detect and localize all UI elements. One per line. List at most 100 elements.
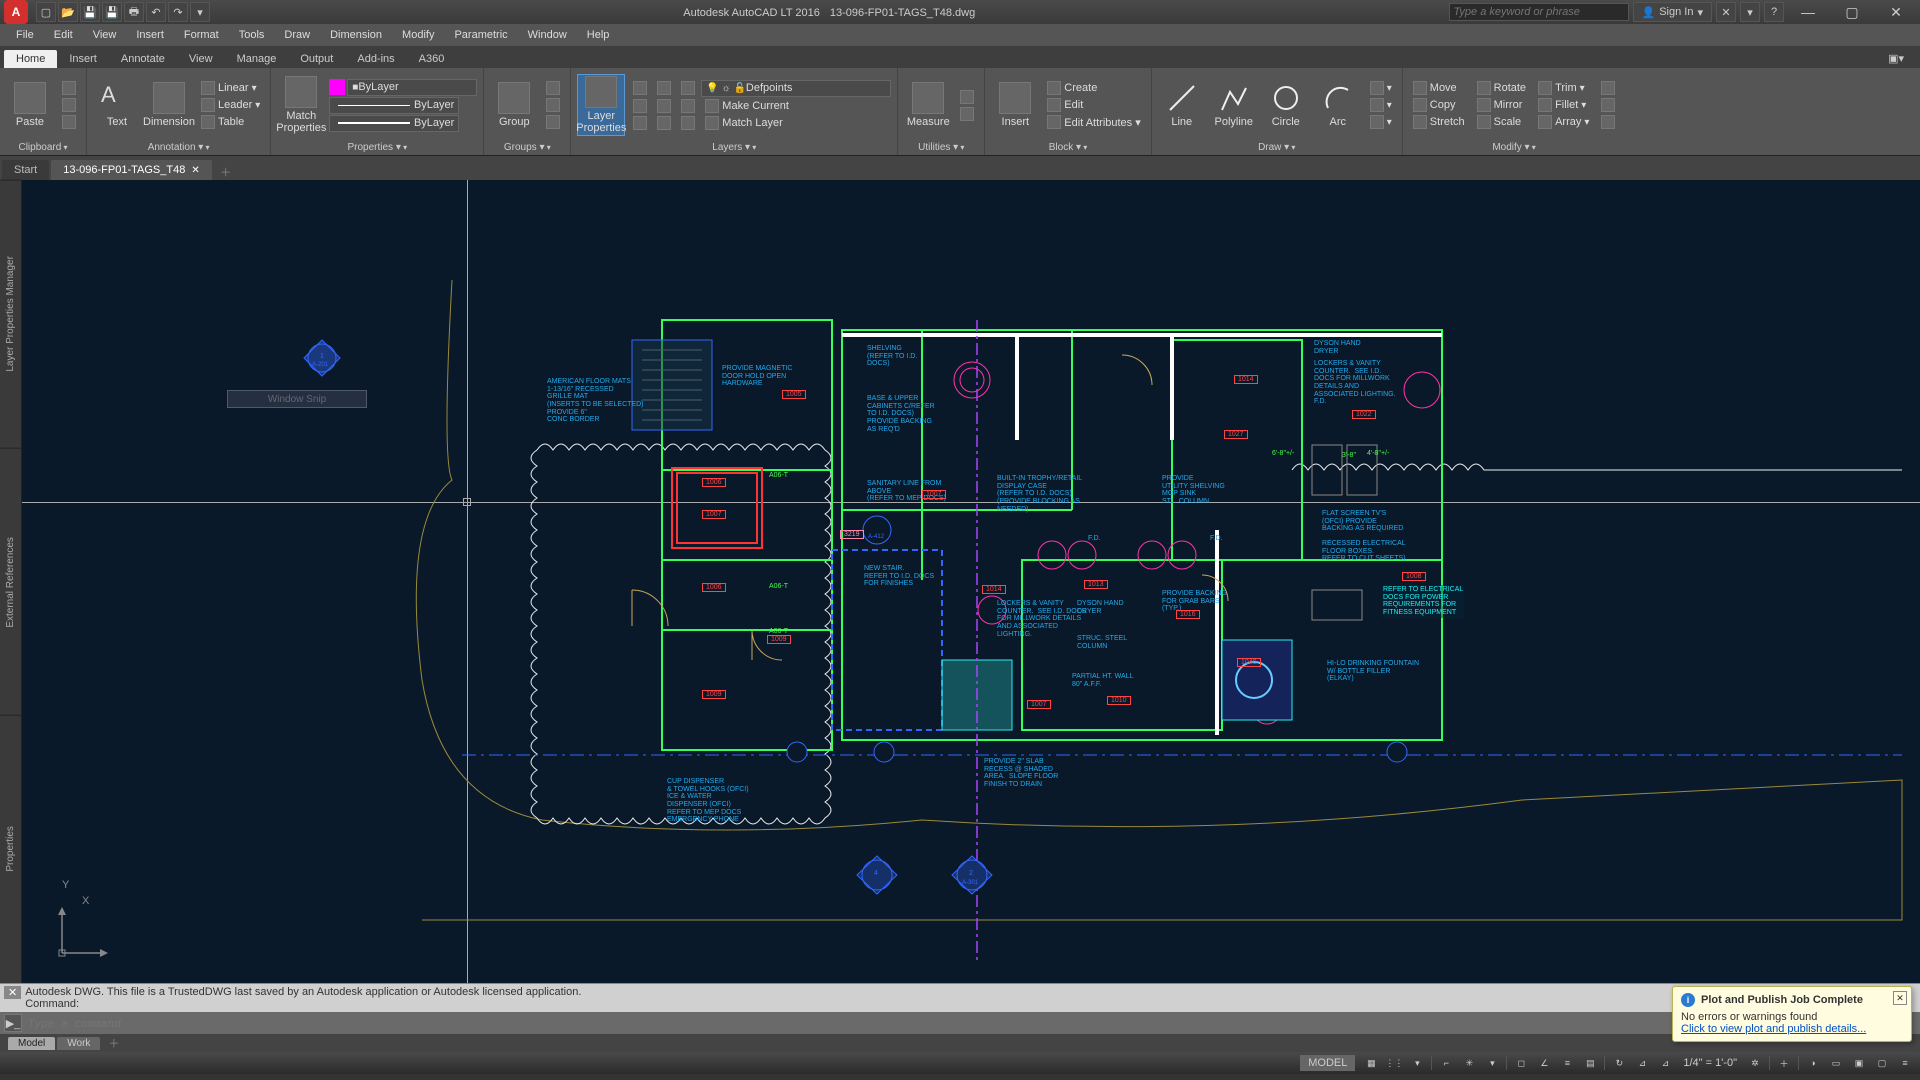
ribbon-tab-annotate[interactable]: Annotate — [109, 50, 177, 68]
layer-uniso-button[interactable] — [653, 98, 675, 114]
group-button[interactable]: Group — [490, 74, 538, 136]
clip-more-button[interactable] — [58, 114, 80, 130]
drawing-canvas[interactable]: Window Snip — [22, 180, 1920, 983]
array-button[interactable]: Array ▾ — [1534, 114, 1593, 130]
ribbon-tab-output[interactable]: Output — [288, 50, 345, 68]
draw-m3[interactable]: ▾ — [1366, 114, 1396, 130]
status-model[interactable]: MODEL — [1300, 1055, 1355, 1071]
notify-close-button[interactable]: ✕ — [1893, 991, 1907, 1005]
circle-button[interactable]: Circle — [1262, 74, 1310, 136]
status-more1-icon[interactable]: ▾ — [1406, 1054, 1428, 1072]
status-s1-icon[interactable]: ✲ — [1744, 1054, 1766, 1072]
qat-open-icon[interactable]: 📂 — [58, 2, 78, 22]
maximize-button[interactable]: ▢ — [1832, 2, 1872, 22]
layer-more1-button[interactable] — [677, 98, 699, 114]
status-osnap-icon[interactable]: ◻ — [1510, 1054, 1532, 1072]
status-cycle-icon[interactable]: ↻ — [1608, 1054, 1630, 1072]
trim-button[interactable]: Trim ▾ — [1534, 80, 1593, 96]
menu-draw[interactable]: Draw — [274, 29, 320, 41]
color-swatch[interactable] — [329, 79, 345, 95]
layer-off-button[interactable] — [629, 80, 651, 97]
minimize-button[interactable]: — — [1788, 2, 1828, 22]
cmd-close-icon[interactable]: ✕ — [4, 986, 21, 999]
status-snap-icon[interactable]: ⋮⋮ — [1383, 1054, 1405, 1072]
copy-button[interactable] — [58, 97, 80, 113]
cut-button[interactable] — [58, 80, 80, 96]
notify-link[interactable]: Click to view plot and publish details..… — [1681, 1023, 1903, 1035]
menu-window[interactable]: Window — [518, 29, 577, 41]
make-current-button[interactable]: Make Current — [701, 98, 793, 114]
layer-m2-button[interactable] — [653, 115, 675, 131]
status-custom-icon[interactable]: ≡ — [1894, 1054, 1916, 1072]
add-layout-button[interactable]: ＋ — [102, 1035, 125, 1051]
ribbon-tab-home[interactable]: Home — [4, 50, 57, 68]
qat-more-icon[interactable]: ▾ — [190, 2, 210, 22]
start-tab[interactable]: Start — [2, 160, 49, 180]
layer-m3-button[interactable] — [677, 115, 699, 131]
menu-insert[interactable]: Insert — [126, 29, 174, 41]
status-qp-icon[interactable]: ▣ — [1848, 1054, 1870, 1072]
layer-properties-button[interactable]: Layer Properties — [577, 74, 625, 136]
mod-m2[interactable] — [1597, 97, 1619, 113]
paste-button[interactable]: Paste — [6, 74, 54, 136]
leader-button[interactable]: Leader ▾ — [197, 97, 264, 113]
ribbon-tab-a360[interactable]: A360 — [407, 50, 457, 68]
panel-title-groups[interactable]: Groups ▾ — [490, 140, 564, 155]
menu-modify[interactable]: Modify — [392, 29, 444, 41]
create-block-button[interactable]: Create — [1043, 80, 1144, 96]
status-polar-icon[interactable]: ✳ — [1458, 1054, 1480, 1072]
close-button[interactable]: ✕ — [1876, 2, 1916, 22]
ribbon-tab-view[interactable]: View — [177, 50, 225, 68]
status-ortho-icon[interactable]: ⌐ — [1435, 1054, 1457, 1072]
mod-m1[interactable] — [1597, 80, 1619, 96]
mirror-button[interactable]: Mirror — [1473, 97, 1530, 113]
side-tab-layers[interactable]: Layer Properties Manager — [0, 180, 21, 448]
status-annoscale-icon[interactable]: ⊿ — [1654, 1054, 1676, 1072]
draw-m1[interactable]: ▾ — [1366, 80, 1396, 96]
ungroup-button[interactable] — [542, 80, 564, 96]
side-tab-props[interactable]: Properties — [0, 715, 21, 983]
help-down-icon[interactable]: ▾ — [1740, 2, 1760, 22]
status-units-icon[interactable]: ▭ — [1825, 1054, 1847, 1072]
panel-title-utilities[interactable]: Utilities ▾ — [904, 140, 978, 155]
status-monitor-icon[interactable]: ◑ — [1802, 1054, 1824, 1072]
qat-redo-icon[interactable]: ↷ — [168, 2, 188, 22]
status-grid-icon[interactable]: ▦ — [1360, 1054, 1382, 1072]
polyline-button[interactable]: Polyline — [1210, 74, 1258, 136]
panel-title-draw[interactable]: Draw ▾ — [1158, 140, 1396, 155]
menu-dimension[interactable]: Dimension — [320, 29, 392, 41]
panel-title-annotation[interactable]: Annotation ▾ — [93, 140, 264, 155]
command-input[interactable] — [28, 1017, 1894, 1030]
line-button[interactable]: Line — [1158, 74, 1206, 136]
ribbon-tab-insert[interactable]: Insert — [57, 50, 109, 68]
layer-m1-button[interactable] — [629, 115, 651, 131]
qat-plot-icon[interactable]: 🖶 — [124, 2, 144, 22]
cmd-prompt-icon[interactable]: ▶_ — [4, 1014, 22, 1032]
copy2-button[interactable]: Copy — [1409, 97, 1469, 113]
panel-title-clipboard[interactable]: Clipboard — [6, 140, 80, 155]
status-clean-icon[interactable]: ▢ — [1871, 1054, 1893, 1072]
layer-iso-button[interactable] — [629, 98, 651, 114]
linetype-combo[interactable]: ByLayer — [329, 97, 459, 114]
app-icon[interactable] — [4, 0, 28, 24]
signin-button[interactable]: 👤 Sign In ▾ — [1633, 2, 1712, 22]
scale-button[interactable]: Scale — [1473, 114, 1530, 130]
match-layer-button[interactable]: Match Layer — [701, 115, 787, 131]
qat-saveas-icon[interactable]: 💾 — [102, 2, 122, 22]
insert-button[interactable]: Insert — [991, 74, 1039, 136]
status-lw-icon[interactable]: ≡ — [1556, 1054, 1578, 1072]
close-tab-icon[interactable]: ✕ — [191, 165, 199, 176]
help-icon[interactable]: ? — [1764, 2, 1784, 22]
menu-file[interactable]: File — [6, 29, 44, 41]
linear-button[interactable]: Linear ▾ — [197, 80, 264, 96]
menu-tools[interactable]: Tools — [229, 29, 275, 41]
file-tab-active[interactable]: 13-096-FP01-TAGS_T48✕ — [51, 160, 211, 180]
help-search-input[interactable] — [1449, 3, 1629, 21]
mod-m3[interactable] — [1597, 114, 1619, 130]
color-combo[interactable]: ■ ByLayer — [347, 79, 477, 96]
panel-title-layers[interactable]: Layers ▾ — [577, 140, 891, 155]
panel-title-block[interactable]: Block ▾ — [991, 140, 1144, 155]
ribbon-min-icon[interactable]: ▣▾ — [1876, 49, 1916, 68]
draw-m2[interactable]: ▾ — [1366, 97, 1396, 113]
table-button[interactable]: Table — [197, 114, 264, 130]
